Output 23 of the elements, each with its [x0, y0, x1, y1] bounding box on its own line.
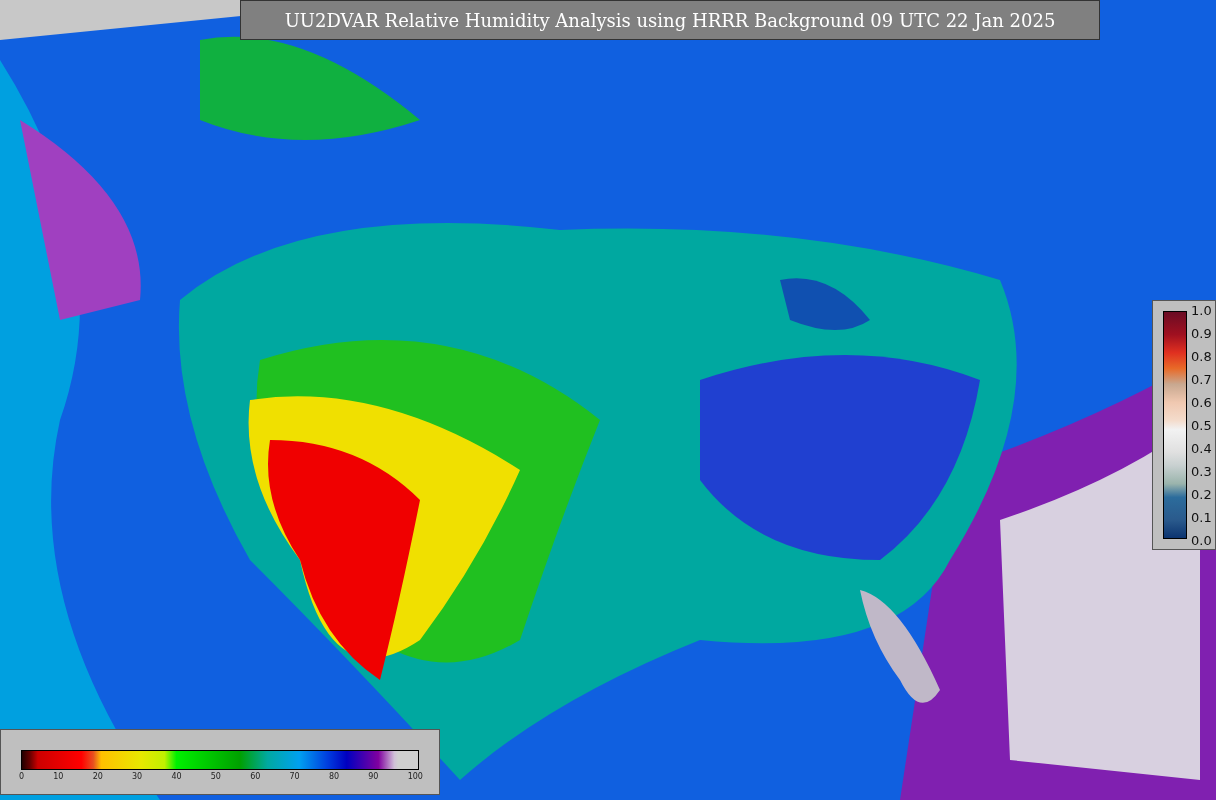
tick-label: 0.1	[1191, 511, 1212, 524]
tick-label: 100	[407, 772, 423, 781]
tick-label: 70	[289, 772, 300, 781]
tick-label: 0	[19, 772, 25, 781]
map-title: UU2DVAR Relative Humidity Analysis using HRRR Background 09 UTC 22 Jan 2025	[240, 0, 1100, 40]
tick-label: 1.0	[1191, 304, 1212, 317]
tick-label: 0.5	[1191, 419, 1212, 432]
tick-label: 10	[53, 772, 64, 781]
tick-label: 0.3	[1191, 465, 1212, 478]
tick-label: 20	[92, 772, 103, 781]
tick-label: 0.0	[1191, 534, 1212, 547]
tick-label: 60	[250, 772, 261, 781]
tick-label: 0.2	[1191, 488, 1212, 501]
tick-label: 0.8	[1191, 350, 1212, 363]
tick-label: 0.7	[1191, 373, 1212, 386]
tick-label: 0.6	[1191, 396, 1212, 409]
tick-label: 40	[171, 772, 182, 781]
tick-label: 30	[132, 772, 143, 781]
tick-label: 50	[210, 772, 221, 781]
tick-label: 0.4	[1191, 442, 1212, 455]
tick-label: 80	[328, 772, 340, 781]
tick-label: 90	[368, 772, 379, 781]
tick-label: 0.9	[1191, 327, 1212, 340]
